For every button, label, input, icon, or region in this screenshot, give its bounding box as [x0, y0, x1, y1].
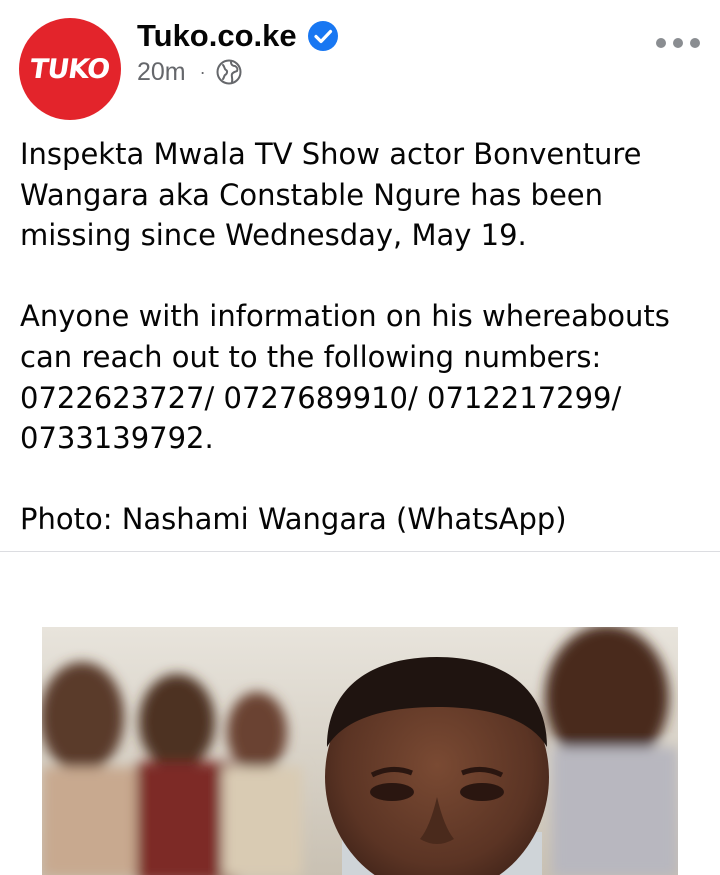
- page-name-link[interactable]: Tuko.co.ke: [137, 18, 297, 54]
- post-header: TUKO Tuko.co.ke 20m ·: [0, 0, 720, 125]
- more-options-button[interactable]: [656, 30, 700, 56]
- meta-separator: ·: [199, 61, 206, 82]
- facebook-post: TUKO Tuko.co.ke 20m · Inspekta Mwala TV …: [0, 0, 720, 875]
- post-paragraph-contacts: Anyone with information on his whereabou…: [20, 299, 670, 456]
- globe-icon: [216, 59, 242, 85]
- post-text: Inspekta Mwala TV Show actor Bonventure …: [20, 134, 710, 540]
- photo-illustration: [42, 627, 678, 875]
- more-horizontal-icon: [656, 38, 666, 48]
- verified-badge-icon: [307, 20, 339, 52]
- avatar-logo-text: TUKO: [28, 53, 112, 85]
- post-paragraph-photo-credit: Photo: Nashami Wangara (WhatsApp): [20, 502, 567, 537]
- page-avatar[interactable]: TUKO: [19, 18, 121, 120]
- post-timestamp[interactable]: 20m: [137, 58, 186, 87]
- divider: [0, 551, 720, 552]
- post-meta: 20m ·: [137, 56, 242, 88]
- page-name-row: Tuko.co.ke: [137, 14, 339, 58]
- post-photo[interactable]: [42, 627, 678, 875]
- post-paragraph-missing: Inspekta Mwala TV Show actor Bonventure …: [20, 137, 642, 253]
